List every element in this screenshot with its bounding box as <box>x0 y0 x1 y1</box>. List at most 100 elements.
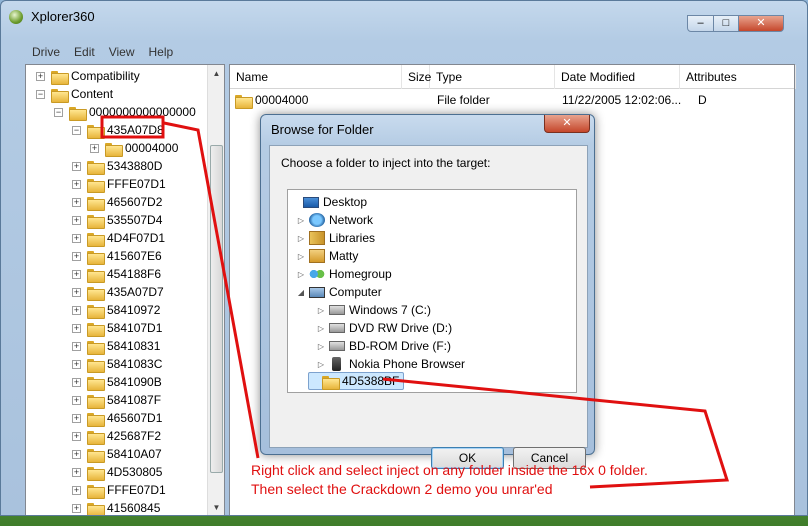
dialog-tree-item[interactable]: ▷ BD-ROM Drive (F:) <box>316 337 451 355</box>
column-date-modified[interactable]: Date Modified <box>555 65 680 89</box>
dialog-tree-item-label: Nokia Phone Browser <box>349 357 466 371</box>
tree-item[interactable]: + Compatibility <box>36 67 140 85</box>
expand-icon[interactable]: + <box>72 503 81 513</box>
close-button[interactable]: ✕ <box>738 15 784 32</box>
dialog-tree-item-label: Matty <box>329 249 359 263</box>
tree-item[interactable]: +415607E6 <box>72 247 162 265</box>
tree-item[interactable]: +4D4F07D1 <box>72 229 165 247</box>
tree-item[interactable]: +4D530805 <box>72 463 162 481</box>
tree-item[interactable]: +454188F6 <box>72 265 161 283</box>
tree-item[interactable]: − Content <box>36 85 113 103</box>
expand-icon[interactable]: + <box>72 359 81 369</box>
expand-icon[interactable]: + <box>72 485 81 495</box>
expand-icon[interactable]: + <box>72 215 81 225</box>
dialog-tree-item[interactable]: ▷ Network <box>296 211 373 229</box>
computer-icon <box>309 286 325 298</box>
expand-icon[interactable]: + <box>72 197 81 207</box>
collapse-icon[interactable]: − <box>36 89 45 99</box>
dialog-tree-item[interactable]: ▷ Libraries <box>296 229 375 247</box>
scroll-up-icon[interactable]: ▲ <box>208 65 224 82</box>
expand-icon[interactable]: + <box>72 305 81 315</box>
tree-scrollbar[interactable]: ▲ ▼ <box>207 65 224 515</box>
dialog-tree-item-label: Windows 7 (C:) <box>349 303 432 317</box>
tree-item[interactable]: +5841087F <box>72 391 161 409</box>
expand-arrow-icon[interactable]: ▷ <box>316 342 326 351</box>
expand-arrow-icon[interactable]: ▷ <box>316 306 326 315</box>
menu-drive[interactable]: Drive <box>25 43 67 63</box>
tree-item[interactable]: +535507D4 <box>72 211 162 229</box>
tree-item[interactable]: +584107D1 <box>72 319 162 337</box>
tree-item[interactable]: +5841083C <box>72 355 162 373</box>
minimize-button[interactable]: – <box>687 15 714 32</box>
tree-item[interactable]: +465607D1 <box>72 409 162 427</box>
expand-icon[interactable]: + <box>72 341 81 351</box>
tree-item[interactable]: − 0000000000000000 <box>54 103 196 121</box>
tree-item[interactable]: +5841090B <box>72 373 162 391</box>
expand-icon[interactable]: + <box>36 71 45 81</box>
menu-help[interactable]: Help <box>142 43 181 63</box>
expand-arrow-icon[interactable]: ▷ <box>316 324 326 333</box>
tree-item[interactable]: +435A07D7 <box>72 283 164 301</box>
expand-arrow-icon[interactable]: ▷ <box>316 360 326 369</box>
tree-item[interactable]: +58410A07 <box>72 445 162 463</box>
expand-icon[interactable]: + <box>72 431 81 441</box>
expand-arrow-icon[interactable]: ▷ <box>296 216 306 225</box>
tree-item[interactable]: +5343880D <box>72 157 162 175</box>
expand-arrow-icon[interactable]: ▷ <box>296 270 306 279</box>
tree-item[interactable]: − 435A07D8 <box>72 121 164 139</box>
expand-icon[interactable]: + <box>72 251 81 261</box>
tree-item[interactable]: +58410831 <box>72 337 160 355</box>
dialog-tree-item[interactable]: ▷ Nokia Phone Browser <box>316 355 465 373</box>
expand-icon[interactable]: + <box>72 395 81 405</box>
tree-item[interactable]: +425687F2 <box>72 427 161 445</box>
collapse-icon[interactable]: − <box>54 107 63 117</box>
tree-item[interactable]: +41560845 <box>72 499 161 515</box>
expand-icon[interactable]: + <box>72 449 81 459</box>
expand-arrow-icon[interactable]: ▷ <box>296 234 306 243</box>
scroll-down-icon[interactable]: ▼ <box>208 499 224 515</box>
dialog-body: Choose a folder to inject into the targe… <box>269 145 588 469</box>
folder-icon <box>51 88 69 103</box>
collapse-icon[interactable]: − <box>72 125 81 135</box>
expand-icon[interactable]: + <box>72 287 81 297</box>
dialog-tree-item[interactable]: ▷ Windows 7 (C:) <box>316 301 431 319</box>
tree-item-label: 0000000000000000 <box>89 105 196 119</box>
expand-icon[interactable]: + <box>90 143 99 153</box>
dialog-tree-item[interactable]: ◢ Computer <box>296 283 382 301</box>
tree-item[interactable]: + FFFE07D1 <box>72 175 166 193</box>
expand-icon[interactable]: + <box>72 161 81 171</box>
tree-item[interactable]: +00004000 <box>90 139 178 157</box>
menu-edit[interactable]: Edit <box>67 43 102 63</box>
dialog-tree-item[interactable]: ▷ DVD RW Drive (D:) <box>316 319 452 337</box>
expand-icon[interactable]: + <box>72 413 81 423</box>
title-bar[interactable]: Xplorer360 – □ ✕ <box>1 1 807 41</box>
column-name[interactable]: Name <box>230 65 402 89</box>
dialog-folder-tree[interactable]: Desktop ▷ Network ▷ Libraries ▷ Matty ▷ Homegrou… <box>287 189 577 393</box>
folder-tree[interactable]: ▲ ▼ + Compatibility − Content −0000000000000… <box>25 64 225 515</box>
expand-icon[interactable]: + <box>72 269 81 279</box>
column-size[interactable]: Size <box>402 65 431 89</box>
expand-icon[interactable]: + <box>72 323 81 333</box>
expand-icon[interactable]: + <box>72 233 81 243</box>
tree-item[interactable]: +465607D2 <box>72 193 162 211</box>
dialog-tree-item[interactable]: 4D5388BF <box>308 372 405 390</box>
column-attributes[interactable]: Attributes <box>680 65 796 89</box>
expand-icon[interactable]: + <box>72 377 81 387</box>
expand-arrow-icon[interactable]: ▷ <box>296 252 306 261</box>
tree-item[interactable]: +58410972 <box>72 301 160 319</box>
dialog-tree-item[interactable]: ▷ Matty <box>296 247 358 265</box>
expand-icon[interactable]: + <box>72 179 81 189</box>
tree-item[interactable]: + FFFE07D1 <box>72 481 166 499</box>
tree-item-label: 58410972 <box>107 303 161 317</box>
menu-view[interactable]: View <box>102 43 142 63</box>
column-type[interactable]: Type <box>430 65 555 89</box>
tree-item-label: 41560845 <box>107 501 161 515</box>
row-type: File folder <box>437 93 490 107</box>
dialog-close-button[interactable]: ✕ <box>544 115 590 133</box>
dialog-tree-item[interactable]: ▷ Homegroup <box>296 265 392 283</box>
maximize-button[interactable]: □ <box>713 15 739 32</box>
dialog-tree-item[interactable]: Desktop <box>290 193 367 211</box>
collapse-arrow-icon[interactable]: ◢ <box>296 288 306 297</box>
expand-icon[interactable]: + <box>72 467 81 477</box>
scrollbar-thumb[interactable] <box>210 145 223 473</box>
